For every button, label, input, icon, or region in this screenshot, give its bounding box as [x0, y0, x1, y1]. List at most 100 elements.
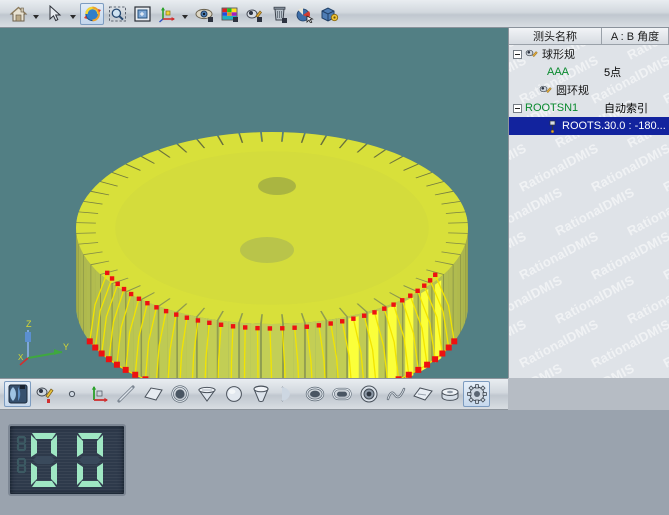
delete-icon[interactable]: [267, 3, 291, 25]
line-icon[interactable]: [112, 381, 139, 407]
cursor-select-icon[interactable]: [43, 3, 67, 25]
zoom-window-icon[interactable]: [105, 3, 129, 25]
tree-expander-icon[interactable]: [513, 50, 522, 59]
tree-row[interactable]: ROOTSN1自动索引: [509, 99, 669, 117]
select-dropdown-arrow[interactable]: [68, 3, 77, 25]
measurement-point: [87, 338, 93, 344]
application-window: Z Y X RationalDMISRationalDMISRationalDM…: [0, 0, 669, 515]
probe-tool-icon[interactable]: [242, 3, 266, 25]
gear-tip-face: [77, 239, 78, 322]
gear-tip-face: [87, 260, 91, 343]
measurement-point: [415, 289, 419, 293]
measurement-point: [145, 301, 149, 305]
measurement-point: [415, 367, 421, 373]
coordinate-icon[interactable]: [85, 381, 112, 407]
auto-feature-icon[interactable]: [31, 381, 58, 407]
watermark-text: RationalDMIS: [517, 140, 601, 194]
cylinder2-icon[interactable]: [436, 381, 463, 407]
gear-tip-face: [76, 234, 77, 317]
tree-row[interactable]: ROOTS...30.0 : -180...: [509, 117, 669, 135]
probe-tree-panel[interactable]: RationalDMISRationalDMISRationalDMISRati…: [508, 28, 669, 378]
measurement-point: [382, 306, 386, 310]
cone-icon[interactable]: [193, 381, 220, 407]
gear-tip-face: [272, 324, 282, 378]
gear-tip-face: [250, 323, 260, 378]
gear-center-bore: [240, 237, 294, 263]
gear-tip-face: [81, 249, 84, 332]
gear-tip-face: [457, 255, 460, 338]
curve-icon[interactable]: [382, 381, 409, 407]
tree-row-list[interactable]: 球形规AAA5点圆环规ROOTSN1自动索引ROOTS...30.0 : -18…: [509, 45, 669, 135]
measurement-point: [292, 326, 296, 330]
arc-icon[interactable]: [274, 381, 301, 407]
measurement-point: [106, 356, 112, 362]
gear-tip-face: [159, 307, 167, 378]
3d-viewport[interactable]: Z Y X: [0, 28, 508, 378]
measurement-point: [174, 312, 178, 316]
measurement-point: [122, 287, 126, 291]
tree-row[interactable]: 球形规: [509, 45, 669, 63]
measurement-point: [114, 362, 120, 368]
sphere-icon[interactable]: [220, 381, 247, 407]
bottom-panel: 名称 GEAR1 齿距测量: [0, 410, 669, 515]
measurement-point: [137, 297, 141, 301]
watermark-text: RationalDMIS: [553, 184, 637, 238]
slot-round-icon[interactable]: [328, 381, 355, 407]
color-palette-icon[interactable]: [217, 3, 241, 25]
top-toolbar: [0, 0, 669, 28]
surface-icon[interactable]: [409, 381, 436, 407]
tree-row-label: 圆环规: [556, 82, 589, 98]
view-eye-icon[interactable]: [192, 3, 216, 25]
axis-dropdown-arrow[interactable]: [180, 3, 189, 25]
measurement-point: [372, 310, 376, 314]
rotate-view-icon[interactable]: [80, 3, 104, 25]
measurement-point: [105, 271, 109, 275]
cylinder-icon[interactable]: [247, 381, 274, 407]
gear-tip-face: [119, 288, 126, 370]
gear-icon[interactable]: [463, 381, 490, 407]
gear-tip-face: [79, 245, 81, 328]
watermark-text: RationalDMIS: [553, 272, 637, 326]
plane-icon[interactable]: [139, 381, 166, 407]
axis-system-icon[interactable]: [155, 3, 179, 25]
led-digit: [24, 431, 64, 489]
tree-row-label: AAA: [547, 66, 569, 78]
watermark-text: RationalDMIS: [508, 184, 565, 238]
measurement-point: [207, 321, 211, 325]
probe-tip-icon: [547, 120, 559, 133]
watermark-text: RationalDMIS: [625, 272, 669, 326]
svg-text:X: X: [18, 353, 24, 362]
measure-feature-icon[interactable]: [4, 381, 31, 407]
torus-icon[interactable]: [355, 381, 382, 407]
led-counter-display: [8, 424, 126, 496]
point-icon[interactable]: [58, 381, 85, 407]
measurement-point: [154, 305, 158, 309]
fit-view-icon[interactable]: [130, 3, 154, 25]
cad-settings-icon[interactable]: [317, 3, 341, 25]
watermark-text: RationalDMIS: [517, 316, 601, 370]
measurement-point: [340, 319, 344, 323]
probe-icon: [525, 48, 539, 61]
ellipse-icon[interactable]: [301, 381, 328, 407]
gear-tip-face: [467, 234, 468, 317]
home-dropdown-arrow[interactable]: [31, 3, 40, 25]
watermark-text: RationalDMIS: [508, 228, 529, 282]
axis-triad-icon: Z Y X: [18, 316, 74, 368]
circle-icon[interactable]: [166, 381, 193, 407]
home-icon[interactable]: [6, 3, 30, 25]
tree-header-angle: A : B 角度: [602, 28, 669, 44]
tree-row[interactable]: 圆环规: [509, 81, 669, 99]
tree-row-label: 球形规: [542, 46, 575, 62]
measurement-point: [92, 345, 98, 351]
measurement-point: [432, 356, 438, 362]
tree-expander-icon[interactable]: [513, 104, 522, 113]
cad-pick-icon[interactable]: [292, 3, 316, 25]
tree-row[interactable]: AAA5点: [509, 63, 669, 81]
led-value: [10, 426, 124, 494]
tree-row-label: ROOTSN1: [525, 102, 578, 114]
gear-tip-face: [461, 249, 464, 332]
measurement-point: [219, 323, 223, 327]
gear-model[interactable]: [0, 28, 508, 378]
measurement-point: [115, 282, 119, 286]
measurement-point: [185, 316, 189, 320]
